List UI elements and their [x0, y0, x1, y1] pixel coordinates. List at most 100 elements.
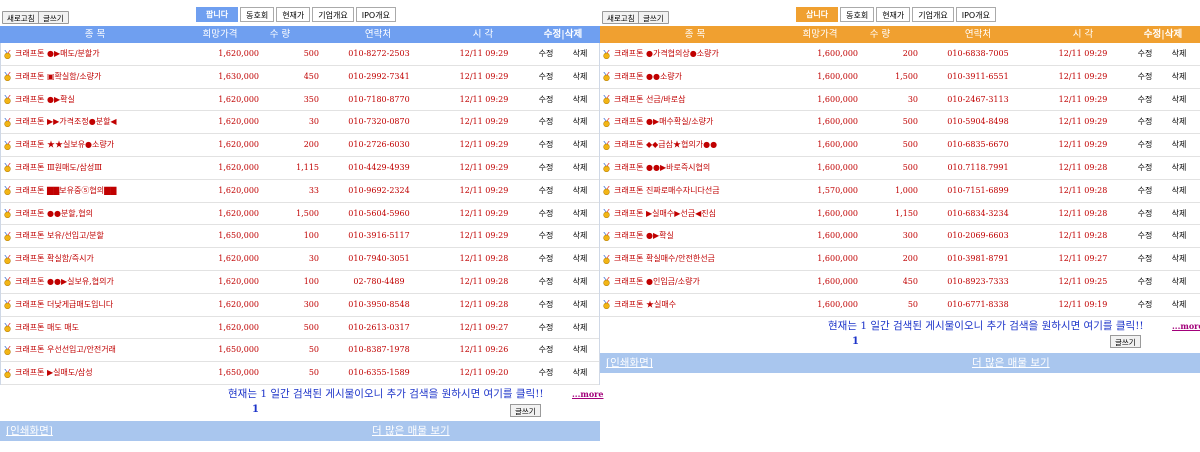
- write-button-bottom[interactable]: 글쓰기: [510, 404, 541, 417]
- delete-link[interactable]: 삭제: [1164, 271, 1194, 293]
- tab-current-price[interactable]: 현재가: [276, 7, 311, 22]
- delete-link[interactable]: 삭제: [565, 111, 595, 133]
- listing-name-link[interactable]: 크래프톤 ▶실매수▶선금◀진심: [602, 203, 716, 225]
- edit-link[interactable]: 수정: [531, 248, 561, 270]
- listing-name-link[interactable]: 크래프톤 ▣확실함/소량가: [3, 66, 101, 88]
- table-row[interactable]: 크래프톤 확실함/즉시가 1,620,000 30 010-7940-3051 12/1…: [1, 248, 599, 271]
- listing-name-link[interactable]: 크래프톤 ▇▇보유중⑤협의▇▇: [3, 180, 116, 202]
- delete-link[interactable]: 삭제: [565, 271, 595, 293]
- edit-link[interactable]: 수정: [531, 317, 561, 339]
- refresh-button[interactable]: 새로고침: [2, 11, 40, 24]
- edit-link[interactable]: 수정: [531, 134, 561, 156]
- delete-link[interactable]: 삭제: [565, 248, 595, 270]
- table-row[interactable]: 크래프톤 ●●▶실보유,협의가 1,620,000 100 02-780-4489 12…: [1, 271, 599, 294]
- listing-name-link[interactable]: 크래프톤 ◆◆급삼★협의가●●: [602, 134, 717, 156]
- edit-link[interactable]: 수정: [531, 111, 561, 133]
- tab-club[interactable]: 동호회: [240, 7, 275, 22]
- edit-link[interactable]: 수정: [1130, 157, 1160, 179]
- table-row[interactable]: 크래프톤 선금/바로삼 1,600,000 30 010-2467-3113 12/11…: [600, 89, 1200, 112]
- edit-link[interactable]: 수정: [531, 225, 561, 247]
- listing-name-link[interactable]: 크래프톤 ★실매수: [602, 294, 676, 316]
- delete-link[interactable]: 삭제: [1164, 203, 1194, 225]
- listing-name-link[interactable]: 크래프톤 확실매수/안전한선금: [602, 248, 715, 270]
- table-row[interactable]: 크래프톤 ●●소량가 1,600,000 1,500 010-3911-6551 12/…: [600, 66, 1200, 89]
- table-row[interactable]: 크래프톤 매도 매도 1,620,000 500 010-2613-0317 12/11…: [1, 317, 599, 340]
- delete-link[interactable]: 삭제: [565, 317, 595, 339]
- listing-name-link[interactable]: 크래프톤 더낮게급매도입니다: [3, 294, 113, 316]
- search-notice-link[interactable]: 현재는 1 일간 검색된 게시물이오니 추가 검색을 원하시면 여기를 클릭!!: [828, 318, 1144, 333]
- edit-link[interactable]: 수정: [531, 66, 561, 88]
- tab-sell[interactable]: 팝니다: [196, 7, 239, 22]
- tab-company-overview[interactable]: 기업개요: [312, 7, 354, 22]
- search-notice-link[interactable]: 현재는 1 일간 검색된 게시물이오니 추가 검색을 원하시면 여기를 클릭!!: [228, 386, 544, 401]
- tab-club[interactable]: 동호회: [840, 7, 875, 22]
- listing-name-link[interactable]: 크래프톤 진짜로매수자니다선금: [602, 180, 720, 202]
- table-row[interactable]: 크래프톤 ▣확실함/소량가 1,630,000 450 010-2992-7341 12…: [1, 66, 599, 89]
- table-row[interactable]: 크래프톤 ◆◆급삼★협의가●● 1,600,000 500 010-6835-6670…: [600, 134, 1200, 157]
- more-link[interactable]: ...more: [572, 389, 603, 399]
- edit-link[interactable]: 수정: [1130, 271, 1160, 293]
- edit-link[interactable]: 수정: [531, 362, 561, 384]
- edit-link[interactable]: 수정: [1130, 66, 1160, 88]
- delete-link[interactable]: 삭제: [565, 362, 595, 384]
- delete-link[interactable]: 삭제: [565, 225, 595, 247]
- delete-link[interactable]: 삭제: [1164, 111, 1194, 133]
- listing-name-link[interactable]: 크래프톤 매도 매도: [3, 317, 79, 339]
- listing-name-link[interactable]: 크래프톤 ★★실보유●소량가: [3, 134, 114, 156]
- listing-name-link[interactable]: 크래프톤 우선선입고/안전거래: [3, 339, 116, 361]
- delete-link[interactable]: 삭제: [1164, 294, 1194, 316]
- tab-current-price[interactable]: 현재가: [876, 7, 911, 22]
- more-listings-link[interactable]: 더 많은 매물 보기: [972, 353, 1050, 373]
- listing-name-link[interactable]: 크래프톤 보유/선입고/분할: [3, 225, 104, 247]
- table-row[interactable]: 크래프톤 확실매수/안전한선금 1,600,000 200 010-3981-8791…: [600, 248, 1200, 271]
- delete-link[interactable]: 삭제: [1164, 134, 1194, 156]
- edit-link[interactable]: 수정: [531, 157, 561, 179]
- table-row[interactable]: 크래프톤 ●인입금/소량가 1,600,000 450 010-8923-7333 12…: [600, 271, 1200, 294]
- table-row[interactable]: 크래프톤 ●▶매도/분할가 1,620,000 500 010-8272-2503 12…: [1, 43, 599, 66]
- listing-name-link[interactable]: 크래프톤 확실함/즉시가: [3, 248, 94, 270]
- table-row[interactable]: 크래프톤 ●▶확실 1,600,000 300 010-2069-6603 12/11 …: [600, 225, 1200, 249]
- edit-link[interactable]: 수정: [531, 180, 561, 202]
- delete-link[interactable]: 삭제: [565, 157, 595, 179]
- delete-link[interactable]: 삭제: [1164, 43, 1194, 65]
- edit-link[interactable]: 수정: [1130, 203, 1160, 225]
- edit-link[interactable]: 수정: [1130, 294, 1160, 316]
- tab-ipo-overview[interactable]: IPO개요: [355, 7, 396, 22]
- table-row[interactable]: 크래프톤 진짜로매수자니다선금 1,570,000 1,000 010-7151-68…: [600, 180, 1200, 203]
- edit-link[interactable]: 수정: [1130, 43, 1160, 65]
- delete-link[interactable]: 삭제: [565, 180, 595, 202]
- edit-link[interactable]: 수정: [1130, 180, 1160, 202]
- delete-link[interactable]: 삭제: [565, 43, 595, 65]
- tab-buy[interactable]: 삽니다: [796, 7, 839, 22]
- listing-name-link[interactable]: 크래프톤 ●가격협의상●소량가: [602, 43, 719, 65]
- page-number[interactable]: 1: [252, 404, 259, 415]
- listing-name-link[interactable]: 크래프톤 ▶실매도/삼성: [3, 362, 93, 384]
- edit-link[interactable]: 수정: [531, 203, 561, 225]
- refresh-button[interactable]: 새로고침: [602, 11, 640, 24]
- table-row[interactable]: 크래프톤 ★실매수 1,600,000 50 010-6771-8338 12/11 0…: [600, 294, 1200, 317]
- listing-name-link[interactable]: 크래프톤 ●●▶바로즉시협의: [602, 157, 710, 179]
- listing-name-link[interactable]: 크래프톤 ▶▶가격조정●분할◀: [3, 111, 117, 133]
- table-row[interactable]: 크래프톤 ●▶매수확실/소량가 1,600,000 500 010-5904-8498…: [600, 111, 1200, 135]
- edit-link[interactable]: 수정: [1130, 248, 1160, 270]
- listing-name-link[interactable]: 크래프톤 Ⅲ원매도/삼성Ⅲ: [3, 157, 102, 179]
- edit-link[interactable]: 수정: [531, 294, 561, 316]
- edit-link[interactable]: 수정: [1130, 225, 1160, 247]
- table-row[interactable]: 크래프톤 ●●▶바로즉시협의 1,600,000 500 010.7118.7991 1…: [600, 157, 1200, 180]
- delete-link[interactable]: 삭제: [1164, 180, 1194, 202]
- table-row[interactable]: 크래프톤 ▶실매수▶선금◀진심 1,600,000 1,150 010-6834-32…: [600, 203, 1200, 226]
- edit-link[interactable]: 수정: [1130, 134, 1160, 156]
- delete-link[interactable]: 삭제: [565, 89, 595, 111]
- listing-name-link[interactable]: 크래프톤 선금/바로삼: [602, 89, 685, 111]
- listing-name-link[interactable]: 크래프톤 ●●소량가: [602, 66, 682, 88]
- table-row[interactable]: 크래프톤 ●▶확실 1,620,000 350 010-7180-8770 12/11 …: [1, 89, 599, 112]
- listing-name-link[interactable]: 크래프톤 ●▶확실: [3, 89, 75, 111]
- tab-company-overview[interactable]: 기업개요: [912, 7, 954, 22]
- table-row[interactable]: 크래프톤 보유/선입고/분할 1,650,000 100 010-3916-5117 1…: [1, 225, 599, 249]
- edit-link[interactable]: 수정: [1130, 111, 1160, 133]
- listing-name-link[interactable]: 크래프톤 ●인입금/소량가: [602, 271, 700, 293]
- write-button[interactable]: 글쓰기: [638, 11, 669, 24]
- table-row[interactable]: 크래프톤 ●가격협의상●소량가 1,600,000 200 010-6838-7005…: [600, 43, 1200, 66]
- delete-link[interactable]: 삭제: [1164, 225, 1194, 247]
- listing-name-link[interactable]: 크래프톤 ●●▶실보유,협의가: [3, 271, 114, 293]
